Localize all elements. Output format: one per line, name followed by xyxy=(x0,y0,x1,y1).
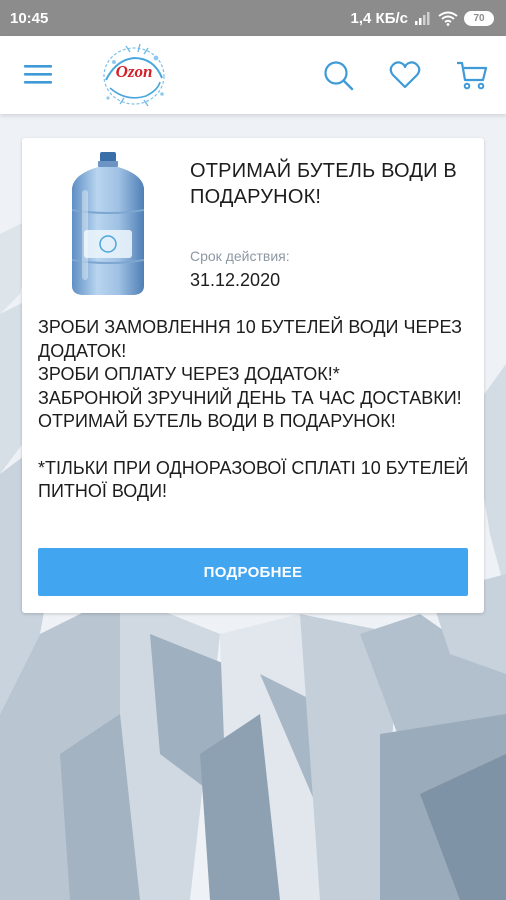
search-icon[interactable] xyxy=(321,58,355,92)
promo-line: ЗАБРОНЮЙ ЗРУЧНИЙ ДЕНЬ ТА ЧАС ДОСТАВКИ! xyxy=(38,387,462,408)
ozon-logo[interactable]: Ozon xyxy=(96,40,172,110)
cart-icon[interactable] xyxy=(455,58,489,92)
status-indicators: 1,4 КБ/с 70 xyxy=(351,10,494,27)
promo-description: ЗРОБИ ЗАМОВЛЕННЯ 10 БУТЕЛЕЙ ВОДИ ЧЕРЕЗ Д… xyxy=(38,316,474,504)
promo-title: ОТРИМАЙ БУТЕЛЬ ВОДИ В ПОДАРУНОК! xyxy=(190,160,457,208)
status-bar: 10:45 1,4 КБ/с 70 xyxy=(0,0,506,36)
signal-icon xyxy=(415,12,430,25)
app-header: Ozon xyxy=(0,36,506,114)
promo-line: ЗРОБИ ЗАМОВЛЕННЯ 10 БУТЕЛЕЙ ВОДИ ЧЕРЕЗ Д… xyxy=(38,317,462,361)
validity-label: Срок действия: xyxy=(190,248,290,264)
promo-line: ОТРИМАЙ БУТЕЛЬ ВОДИ В ПОДАРУНОК! xyxy=(38,411,396,431)
status-time: 10:45 xyxy=(10,9,49,27)
battery-indicator: 70 xyxy=(464,10,494,26)
menu-icon[interactable] xyxy=(24,62,54,86)
water-bottle-image xyxy=(71,152,145,295)
heart-icon[interactable] xyxy=(388,58,422,92)
logo-text: Ozon xyxy=(115,62,153,81)
promo-footnote: *ТІЛЬКИ ПРИ ОДНОРАЗОВОЇ СПЛАТІ 10 БУТЕЛЕ… xyxy=(38,457,469,502)
more-details-button[interactable]: ПОДРОБНЕЕ xyxy=(38,548,468,596)
promo-card: ОТРИМАЙ БУТЕЛЬ ВОДИ В ПОДАРУНОК! Срок де… xyxy=(22,138,484,613)
validity-date: 31.12.2020 xyxy=(190,270,281,290)
promo-line: ЗРОБИ ОПЛАТУ ЧЕРЕЗ ДОДАТОК!* xyxy=(38,364,340,384)
wifi-icon xyxy=(438,11,458,26)
network-speed: 1,4 КБ/с xyxy=(350,9,408,27)
